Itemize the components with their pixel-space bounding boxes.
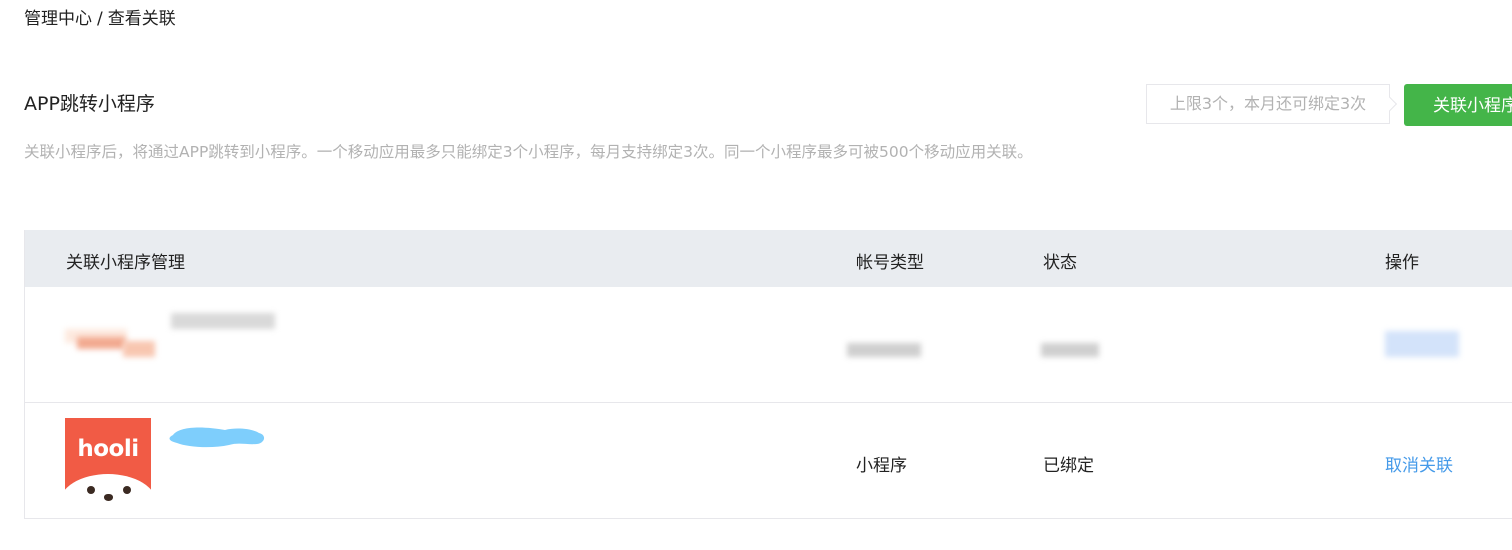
column-header-action: 操作 <box>1385 253 1419 273</box>
account-type-value: 小程序 <box>856 456 907 476</box>
table-row <box>25 287 1512 403</box>
mini-program-name-redacted <box>171 313 275 329</box>
section-description: 关联小程序后，将通过APP跳转到小程序。一个移动应用最多只能绑定3个小程序，每月… <box>24 143 1033 161</box>
breadcrumb-separator: / <box>97 9 103 29</box>
link-mini-program-button[interactable]: 关联小程序 <box>1404 84 1512 126</box>
mini-program-avatar: hooli <box>65 418 151 504</box>
column-header-status: 状态 <box>1043 253 1077 273</box>
action-redacted <box>1385 331 1459 357</box>
table-row: hooli 小程序 已绑定 取消关联 <box>25 403 1512 519</box>
column-header-account-type: 帐号类型 <box>856 253 924 273</box>
section-title: APP跳转小程序 <box>24 93 155 115</box>
unlink-button[interactable]: 取消关联 <box>1385 451 1453 476</box>
mini-program-name-redaction <box>169 427 265 448</box>
status-value: 已绑定 <box>1043 456 1094 476</box>
breadcrumb: 管理中心 / 查看关联 <box>24 4 176 29</box>
breadcrumb-item-admin-center[interactable]: 管理中心 <box>24 9 92 29</box>
mini-program-logo-redacted <box>65 327 155 361</box>
avatar-brand-text: hooli <box>77 436 139 462</box>
status-redacted <box>1041 343 1099 357</box>
breadcrumb-item-view-links: 查看关联 <box>107 9 176 29</box>
account-type-redacted <box>847 343 921 357</box>
limit-tip: 上限3个，本月还可绑定3次 <box>1146 84 1390 124</box>
table-header: 关联小程序管理 帐号类型 状态 操作 <box>25 230 1512 287</box>
linked-mini-programs-table: 关联小程序管理 帐号类型 状态 操作 hooli 小程序 已绑定 取消关联 <box>24 230 1512 519</box>
page: 管理中心 / 查看关联 APP跳转小程序 关联小程序后，将通过APP跳转到小程序。一… <box>0 0 1512 550</box>
column-header-name: 关联小程序管理 <box>66 253 185 273</box>
